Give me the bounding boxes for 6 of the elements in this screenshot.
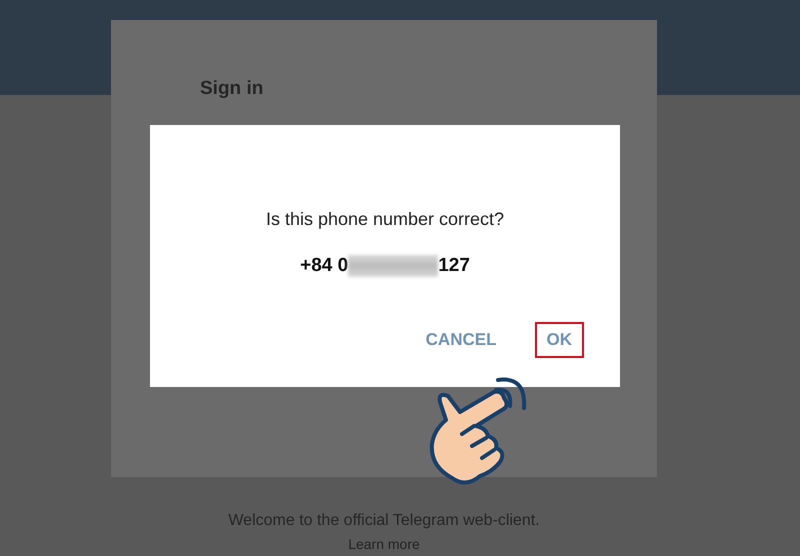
dialog-button[interactable]: OK [534,322,584,358]
learn-more-link[interactable]: Learn more [348,536,420,552]
card-title: Sign in [200,78,264,100]
phone-suffix: 127 [438,255,470,277]
phone-prefix: +84 0 [300,255,348,277]
dialog-question: Is this phone number correct? [266,209,504,230]
